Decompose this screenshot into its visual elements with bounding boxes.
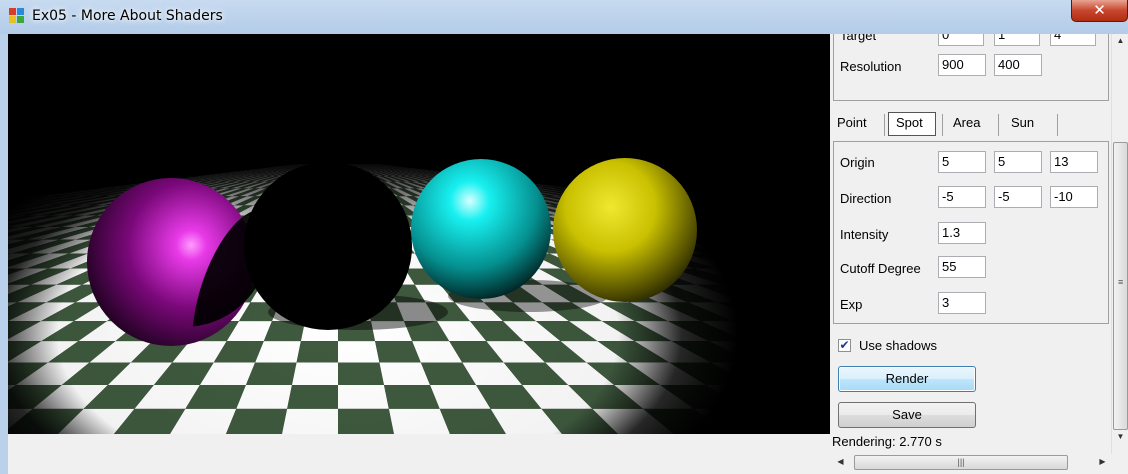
- origin-y-field[interactable]: 5: [994, 151, 1042, 173]
- cutoff-degree-label: Cutoff Degree: [840, 261, 921, 276]
- app-window: Ex05 - More About Shaders ✕ Target 0 1 4…: [0, 0, 1128, 474]
- exp-field[interactable]: 3: [938, 292, 986, 314]
- tab-spot-label: Spot: [896, 115, 923, 130]
- origin-label: Origin: [840, 155, 875, 170]
- checkmark-icon: ✔: [839, 338, 850, 352]
- rendered-scene-image: [8, 34, 830, 434]
- save-button[interactable]: Save: [838, 402, 976, 428]
- grip-icon: |||: [957, 457, 965, 467]
- scroll-up-icon[interactable]: ▲: [1112, 36, 1128, 45]
- scroll-left-icon[interactable]: ◀: [832, 457, 849, 466]
- tab-area[interactable]: Area: [953, 115, 980, 130]
- close-button[interactable]: ✕: [1071, 0, 1128, 22]
- scroll-down-icon[interactable]: ▼: [1112, 432, 1128, 441]
- horizontal-scrollbar[interactable]: ◀ ||| ▶: [832, 454, 1111, 471]
- rendering-status: Rendering: 2.770 s: [832, 434, 942, 449]
- black-sphere: [244, 162, 412, 330]
- camera-group-box: [833, 34, 1109, 101]
- vertical-scroll-thumb[interactable]: ≡: [1113, 142, 1128, 430]
- cutoff-degree-field[interactable]: 55: [938, 256, 986, 278]
- use-shadows-checkbox[interactable]: ✔: [838, 339, 851, 352]
- intensity-label: Intensity: [840, 227, 889, 242]
- scroll-right-icon[interactable]: ▶: [1094, 457, 1111, 466]
- viewport-bottom-strip: [8, 434, 830, 466]
- settings-panel: Target 0 1 4 Resolution 900 400 Point Sp…: [832, 34, 1110, 454]
- direction-y-field[interactable]: -5: [994, 186, 1042, 208]
- tab-point[interactable]: Point: [837, 115, 867, 130]
- intensity-field[interactable]: 1.3: [938, 222, 986, 244]
- yellow-sphere: [553, 158, 697, 302]
- window-title: Ex05 - More About Shaders: [32, 8, 223, 24]
- render-viewport: [8, 34, 830, 434]
- scrollbar-corner: [1111, 454, 1128, 471]
- vertical-scrollbar[interactable]: ▲ ≡ ▼: [1111, 34, 1128, 454]
- direction-label: Direction: [840, 191, 892, 206]
- horizontal-scroll-thumb[interactable]: |||: [854, 455, 1068, 470]
- render-button[interactable]: Render: [838, 366, 976, 392]
- origin-z-field[interactable]: 13: [1050, 151, 1098, 173]
- client-area: Target 0 1 4 Resolution 900 400 Point Sp…: [8, 34, 1128, 474]
- grip-icon: ≡: [1118, 277, 1124, 287]
- title-bar[interactable]: Ex05 - More About Shaders ✕: [0, 0, 1128, 34]
- cyan-sphere: [411, 159, 551, 299]
- origin-x-field[interactable]: 5: [938, 151, 986, 173]
- direction-z-field[interactable]: -10: [1050, 186, 1098, 208]
- app-icon: [9, 8, 25, 24]
- direction-x-field[interactable]: -5: [938, 186, 986, 208]
- exp-label: Exp: [840, 297, 863, 312]
- tab-sun[interactable]: Sun: [1011, 115, 1034, 130]
- use-shadows-label: Use shadows: [859, 338, 938, 353]
